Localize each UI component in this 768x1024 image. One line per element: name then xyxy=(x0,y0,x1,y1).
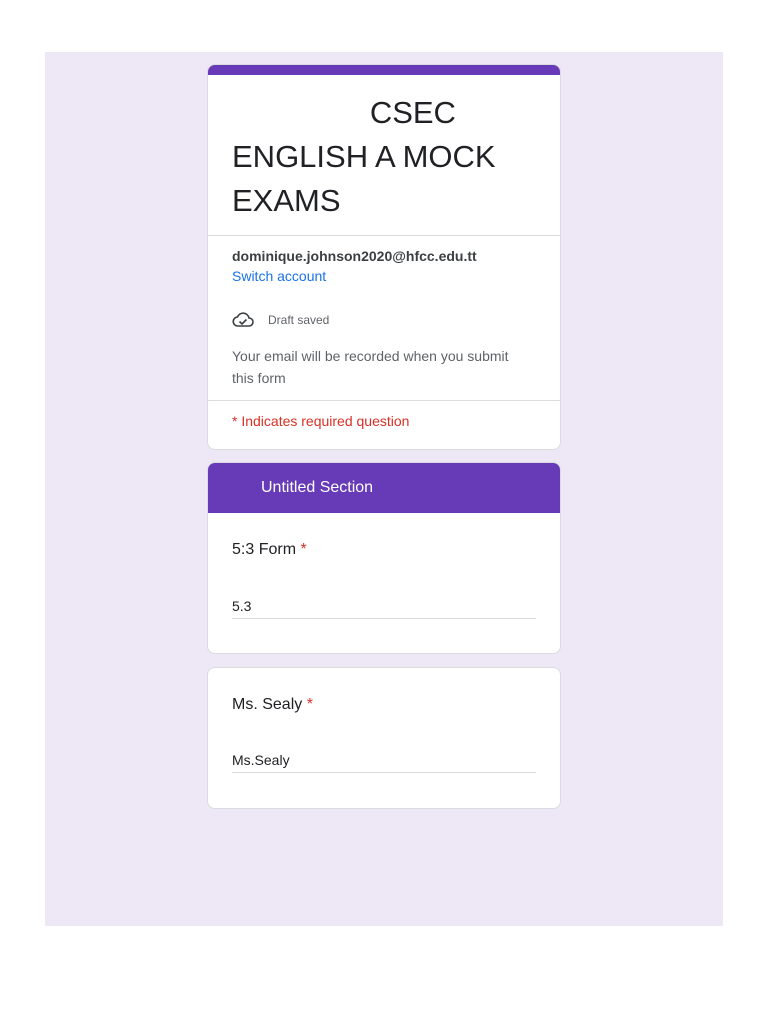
draft-status-text: Draft saved xyxy=(268,313,330,327)
answer-input-teacher[interactable] xyxy=(232,748,536,773)
section-header: Untitled Section xyxy=(208,463,560,513)
required-star: * xyxy=(306,696,313,713)
notes-divider xyxy=(208,400,560,401)
question-label: 5:3 Form * xyxy=(232,541,307,559)
account-email: dominique.johnson2020@hfcc.edu.tt xyxy=(232,248,477,264)
section-title: Untitled Section xyxy=(261,479,374,496)
section-card: Untitled Section 5:3 Form * xyxy=(207,462,561,654)
question-card: Ms. Sealy * xyxy=(207,667,561,809)
form-header-card: CSEC ENGLISH A MOCK EXAMS dominique.john… xyxy=(207,64,561,450)
header-divider xyxy=(208,235,560,236)
switch-account-link[interactable]: Switch account xyxy=(232,268,326,284)
email-recorded-note: Your email will be recorded when you sub… xyxy=(232,348,509,386)
draft-status: Draft saved xyxy=(232,311,329,329)
header-accent-bar xyxy=(208,65,560,75)
required-question-note: * Indicates required question xyxy=(232,413,410,429)
answer-input-form[interactable] xyxy=(232,594,536,619)
question-label: Ms. Sealy * xyxy=(232,696,313,714)
cloud-check-icon xyxy=(232,311,254,329)
form-title: CSEC ENGLISH A MOCK EXAMS xyxy=(232,95,496,218)
question-text: 5:3 Form xyxy=(232,541,297,558)
question-text: Ms. Sealy xyxy=(232,696,303,713)
required-star: * xyxy=(300,541,307,558)
